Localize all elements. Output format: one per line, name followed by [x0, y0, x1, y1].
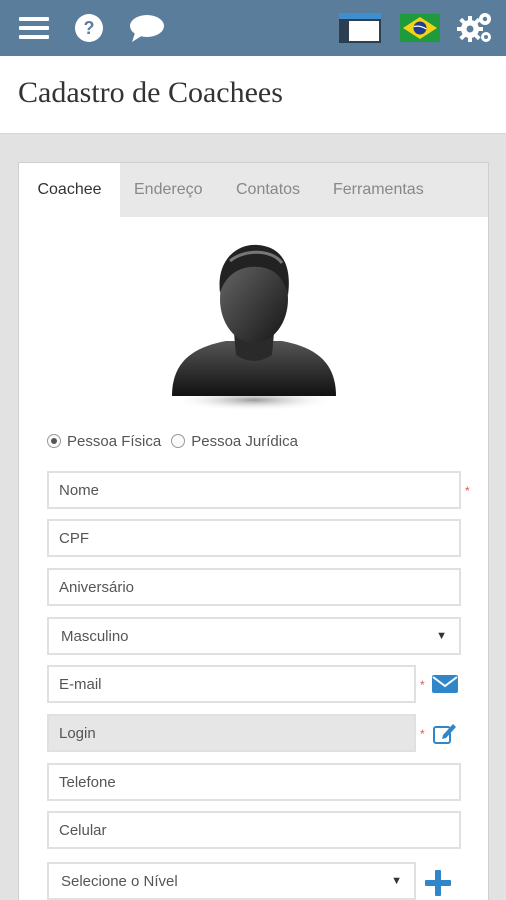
tab-bar: Coachee Endereço Contatos Ferramentas — [19, 163, 488, 217]
chat-bubble-icon[interactable] — [128, 0, 166, 56]
avatar-placeholder[interactable] — [164, 243, 344, 413]
telefone-placeholder: Telefone — [59, 773, 116, 791]
email-placeholder: E-mail — [59, 675, 102, 693]
celular-placeholder: Celular — [59, 821, 107, 839]
add-icon[interactable] — [425, 870, 451, 900]
tab-coachee[interactable]: Coachee — [19, 163, 120, 217]
radio-pessoa-juridica[interactable] — [171, 434, 186, 448]
nivel-select[interactable]: Selecione o Nível ▼ — [47, 862, 416, 900]
radio-pessoa-fisica[interactable] — [47, 434, 61, 448]
nivel-value: Selecione o Nível — [61, 872, 178, 890]
gears-icon[interactable] — [454, 0, 496, 56]
nome-field[interactable]: Nome — [47, 471, 461, 509]
help-icon[interactable]: ? — [73, 0, 105, 56]
sexo-value: Masculino — [61, 627, 129, 645]
tab-ferramentas[interactable]: Ferramentas — [333, 163, 424, 217]
top-bar: ? — [0, 0, 506, 56]
person-type-group: Pessoa Física Pessoa Jurídica — [47, 431, 308, 451]
cpf-placeholder: CPF — [59, 529, 89, 547]
cpf-field[interactable]: CPF — [47, 519, 461, 557]
radio-label-pessoa-fisica[interactable]: Pessoa Física — [67, 433, 161, 450]
svg-text:?: ? — [84, 18, 95, 38]
telefone-field[interactable]: Telefone — [47, 763, 461, 801]
email-required-marker: * — [420, 678, 425, 692]
chevron-down-icon: ▼ — [391, 875, 402, 887]
edit-icon[interactable] — [433, 722, 457, 749]
aniversario-field[interactable]: Aniversário — [47, 568, 461, 606]
email-field[interactable]: E-mail — [47, 665, 416, 703]
chevron-down-icon: ▼ — [436, 630, 447, 642]
hamburger-menu-icon[interactable] — [18, 0, 50, 56]
tab-endereco[interactable]: Endereço — [134, 163, 203, 217]
title-area: Cadastro de Coachees — [0, 56, 506, 134]
form-card: Coachee Endereço Contatos Ferramentas Pe… — [18, 162, 489, 900]
envelope-icon[interactable] — [432, 674, 458, 699]
nome-required-marker: * — [465, 484, 470, 498]
page-title: Cadastro de Coachees — [18, 76, 283, 109]
tab-contatos[interactable]: Contatos — [236, 163, 300, 217]
window-icon[interactable] — [338, 0, 382, 56]
brazil-flag-icon[interactable] — [398, 0, 442, 56]
login-placeholder: Login — [59, 724, 96, 742]
radio-label-pessoa-juridica[interactable]: Pessoa Jurídica — [191, 433, 298, 450]
celular-field[interactable]: Celular — [47, 811, 461, 849]
login-required-marker: * — [420, 727, 425, 741]
aniversario-placeholder: Aniversário — [59, 578, 135, 596]
sexo-select[interactable]: Masculino ▼ — [47, 617, 461, 655]
login-field[interactable]: Login — [47, 714, 416, 752]
nome-placeholder: Nome — [59, 481, 100, 499]
